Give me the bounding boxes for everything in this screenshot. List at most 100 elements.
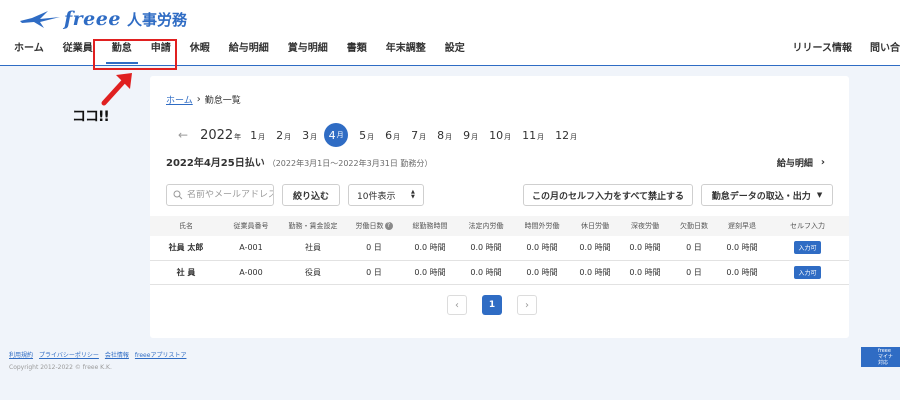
chevron-down-icon: ▼	[816, 191, 823, 199]
payslip-link[interactable]: 給与明細 ›	[777, 156, 825, 169]
table-row[interactable]: 社 員 A-000 役員 0 日 0.0 時間 0.0 時間 0.0 時間 0.…	[150, 260, 849, 285]
import-export-dropdown[interactable]: 勤怠データの取込・出力 ▼	[701, 184, 833, 206]
holiday-hours: 0.0 時間	[570, 260, 620, 285]
nav-settings[interactable]: 設定	[445, 42, 465, 64]
nav-leave[interactable]: 休暇	[190, 42, 210, 64]
month-12[interactable]: 12 月	[555, 129, 577, 142]
select-caret-icon: ▲▼	[411, 189, 415, 200]
month-3[interactable]: 3月	[302, 129, 317, 142]
col-wage-setting: 勤務・賃金設定	[280, 216, 346, 236]
month-8[interactable]: 8月	[437, 129, 452, 142]
wage-setting: 役員	[280, 260, 346, 285]
copyright: Copyright 2012-2022 © freee K.K.	[9, 364, 112, 371]
month-10[interactable]: 10 月	[489, 129, 511, 142]
col-employee-number: 従業員番号	[222, 216, 280, 236]
disable-self-input-button[interactable]: この月のセルフ入力をすべて禁止する	[523, 184, 693, 206]
month-6[interactable]: 6月	[385, 129, 400, 142]
absence-days: 0 日	[670, 236, 718, 261]
month-number: 8	[437, 128, 445, 142]
month-suffix: 月	[336, 131, 344, 139]
attendance-table: 氏名 従業員番号 勤務・賃金設定 労働日数? 総勤務時間 法定内労働 時間外労働…	[150, 216, 849, 285]
self-input-cell: 入力可	[766, 236, 849, 261]
work-days: 0 日	[346, 260, 402, 285]
search-box[interactable]	[166, 184, 274, 206]
next-page-icon[interactable]: ›	[517, 295, 537, 315]
attendance-panel: ホーム › 勤怠一覧 ← 2022年 1月 2月 3月 4月 5月 6月 7月 …	[150, 76, 849, 338]
overtime-hours: 0.0 時間	[514, 236, 570, 261]
nav-contact[interactable]: 問い合	[870, 42, 900, 64]
freee-logo[interactable]: freee 人事労務	[18, 8, 187, 30]
footer-link-privacy[interactable]: プライバシーポリシー	[39, 350, 99, 359]
import-export-label: 勤怠データの取込・出力	[711, 191, 811, 202]
chevron-right-icon: ›	[820, 157, 825, 168]
breadcrumb-current: 勤怠一覧	[204, 96, 241, 106]
year-suffix: 年	[234, 132, 242, 141]
month-number: 6	[385, 128, 393, 142]
night-hours: 0.0 時間	[620, 236, 670, 261]
legal-hours: 0.0 時間	[458, 260, 514, 285]
prev-year-arrow-icon[interactable]: ←	[178, 128, 188, 142]
employee-name[interactable]: 社 員	[150, 260, 222, 285]
month-1[interactable]: 1月	[250, 129, 265, 142]
self-input-badge[interactable]: 入力可	[794, 241, 821, 255]
month-11[interactable]: 11 月	[522, 129, 544, 142]
footer-link-company[interactable]: 会社情報	[105, 350, 129, 359]
self-input-badge[interactable]: 入力可	[794, 265, 821, 279]
month-suffix: 月	[419, 132, 427, 141]
search-input[interactable]	[187, 190, 273, 200]
month-number: 11	[522, 128, 537, 142]
nav-home[interactable]: ホーム	[14, 42, 44, 64]
total-hours: 0.0 時間	[402, 236, 458, 261]
month-suffix: 月	[504, 132, 512, 141]
bird-logo-icon	[20, 11, 60, 28]
badge-line: 対応	[878, 360, 889, 366]
month-9[interactable]: 9月	[463, 129, 478, 142]
month-suffix: 月	[310, 132, 318, 141]
col-absence-days: 欠勤日数	[670, 216, 718, 236]
page-number-current[interactable]: 1	[482, 295, 502, 315]
month-number: 4	[328, 128, 336, 142]
month-7[interactable]: 7月	[411, 129, 426, 142]
footer-link-terms[interactable]: 利用規約	[9, 350, 33, 359]
overtime-hours: 0.0 時間	[514, 260, 570, 285]
wage-setting: 社員	[280, 236, 346, 261]
highlight-box	[93, 39, 177, 70]
month-5[interactable]: 5月	[359, 129, 374, 142]
nav-payslips[interactable]: 給与明細	[229, 42, 269, 64]
product-name: 人事労務	[126, 10, 187, 29]
month-selector: ← 2022年 1月 2月 3月 4月 5月 6月 7月 8月 9月 10 月 1…	[178, 123, 588, 147]
footer-links: 利用規約 プライバシーポリシー 会社情報 freeeアプリストア	[9, 350, 192, 359]
month-suffix: 月	[393, 132, 401, 141]
payday-period: （2022年3月1日〜2022年3月31日 勤務分）	[267, 159, 433, 168]
month-number: 10	[489, 128, 504, 142]
col-holiday-work: 休日労働	[570, 216, 620, 236]
pagination: ‹ 1 ›	[447, 295, 537, 315]
nav-release-info[interactable]: リリース情報	[793, 42, 853, 64]
table-row[interactable]: 社員 太郎 A-001 社員 0 日 0.0 時間 0.0 時間 0.0 時間 …	[150, 236, 849, 261]
nav-year-end-adjustment[interactable]: 年末調整	[386, 42, 426, 64]
col-self-input: セルフ入力	[766, 216, 849, 236]
employee-number: A-001	[222, 236, 280, 261]
footer-link-appstore[interactable]: freeeアプリストア	[135, 350, 187, 359]
col-night-work: 深夜労働	[620, 216, 670, 236]
nav-documents[interactable]: 書類	[347, 42, 367, 64]
breadcrumb-home-link[interactable]: ホーム	[166, 93, 193, 106]
logo-wordmark: freee	[64, 8, 121, 30]
payday-title: 2022年4月25日払い	[166, 158, 265, 169]
month-4-selected[interactable]: 4月	[324, 123, 349, 147]
mynumber-badge[interactable]: freee マイナ 対応	[861, 347, 900, 367]
help-icon[interactable]: ?	[384, 222, 393, 230]
month-2[interactable]: 2月	[276, 129, 291, 142]
month-number: 12	[555, 128, 570, 142]
month-suffix: 月	[367, 132, 375, 141]
month-suffix: 月	[445, 132, 453, 141]
filter-button[interactable]: 絞り込む	[282, 184, 340, 206]
prev-page-icon[interactable]: ‹	[447, 295, 467, 315]
employee-name[interactable]: 社員 太郎	[150, 236, 222, 261]
payday-heading: 2022年4月25日払い （2022年3月1日〜2022年3月31日 勤務分）	[166, 154, 432, 169]
callout-label: ココ!!	[72, 109, 110, 125]
nav-employees[interactable]: 従業員	[63, 42, 93, 64]
nav-bonus-slips[interactable]: 賞与明細	[288, 42, 328, 64]
page-size-select[interactable]: 10件表示 ▲▼	[348, 184, 424, 206]
month-suffix: 月	[537, 132, 545, 141]
